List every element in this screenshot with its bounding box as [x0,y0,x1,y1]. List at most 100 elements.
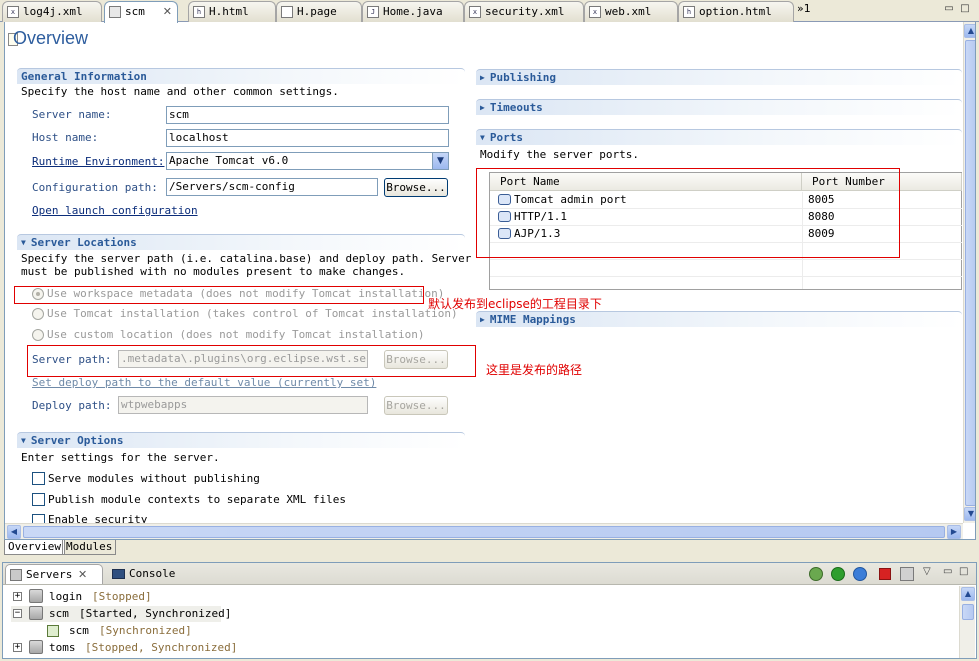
tab-servers[interactable]: Servers ✕ [5,564,103,584]
annotation-box-server-path [27,345,476,377]
server-icon [109,6,121,18]
xml-file-icon: x [469,6,481,18]
tab-security-xml[interactable]: x security.xml [464,1,584,22]
scroll-up-icon[interactable]: ▲ [964,24,975,38]
host-name-label: Host name: [32,131,99,144]
expand-icon[interactable]: + [13,643,22,652]
collapse-triangle-icon: ▼ [480,133,485,142]
tab-h-page[interactable]: H.page [276,1,362,22]
expand-triangle-icon: ▶ [480,315,485,324]
scroll-up-icon[interactable]: ▲ [961,587,975,601]
profile-server-icon[interactable] [853,567,867,581]
scroll-down-icon[interactable]: ▼ [964,507,975,521]
maximize-icon[interactable]: □ [958,3,972,15]
configuration-browse-button[interactable]: Browse... [384,178,448,197]
chevron-down-icon[interactable]: ▼ [432,153,448,169]
scroll-thumb[interactable] [23,526,945,538]
annotation-box-ports [476,168,900,258]
expand-triangle-icon: ▶ [480,73,485,82]
section-server-locations[interactable]: ▼ Server Locations [17,234,465,250]
expand-triangle-icon: ▶ [480,103,485,112]
table-row-empty [490,260,962,277]
annotation-box-workspace [14,286,424,304]
publish-icon[interactable] [900,567,914,581]
general-desc: Specify the host name and other common s… [21,85,339,98]
server-editor: Overview General Information Specify the… [4,22,976,540]
servers-vertical-scrollbar[interactable]: ▲ [959,586,975,658]
deploy-path-field[interactable]: wtpwebapps [118,396,368,414]
scroll-thumb[interactable] [962,604,974,620]
minimize-icon[interactable]: ▭ [942,3,956,15]
collapse-triangle-icon: ▼ [21,436,26,445]
configuration-path-label: Configuration path: [32,181,158,194]
tab-modules[interactable]: Modules [62,540,117,555]
runtime-environment-link[interactable]: Runtime Environment: [32,155,164,168]
scroll-left-icon[interactable]: ◀ [7,525,21,539]
section-timeouts[interactable]: ▶ Timeouts [476,99,962,115]
tab-log4j-xml[interactable]: x log4j.xml [2,1,102,22]
server-icon [29,589,43,603]
server-tree-item-scm[interactable]: − scm [Started, Synchronized] [11,606,231,622]
debug-server-icon[interactable] [809,567,823,581]
tab-h-html[interactable]: h H.html [188,1,276,22]
horizontal-scrollbar[interactable]: ◀ ▶ [5,523,963,539]
close-icon[interactable]: ✕ [163,2,172,21]
tab-web-xml[interactable]: x web.xml [584,1,678,22]
close-icon[interactable]: ✕ [78,565,87,585]
server-started-icon [29,606,43,620]
console-icon [112,569,125,579]
radio-tomcat-installation[interactable] [32,308,44,320]
annotation-default-publish: 默认发布到eclipse的工程目录下 [428,297,602,311]
section-mime-mappings[interactable]: ▶ MIME Mappings [476,311,962,327]
view-menu-icon[interactable]: ▽ [923,566,931,577]
server-name-field[interactable]: scm [166,106,449,124]
scroll-right-icon[interactable]: ▶ [947,525,961,539]
open-launch-configuration-link[interactable]: Open launch configuration [32,204,198,217]
web-module-icon [47,625,59,637]
servers-view: Servers ✕ Console ▽ ▭ □ + login [Stopped… [2,562,977,659]
tab-option-html[interactable]: h option.html [678,1,794,22]
publish-contexts-checkbox[interactable] [32,493,45,506]
host-name-field[interactable]: localhost [166,129,449,147]
tab-console[interactable]: Console [109,564,189,584]
locations-desc-line1: Specify the server path (i.e. catalina.b… [21,252,472,265]
stop-server-icon[interactable] [879,568,891,580]
section-ports[interactable]: ▼ Ports [476,129,962,145]
configuration-path-field[interactable]: /Servers/scm-config [166,178,378,196]
servers-icon [10,569,22,581]
serve-modules-checkbox[interactable] [32,472,45,485]
radio-tomcat-installation-label: Use Tomcat installation (takes control o… [47,307,458,320]
deploy-path-label: Deploy path: [32,399,112,412]
section-publishing[interactable]: ▶ Publishing [476,69,962,85]
maximize-icon[interactable]: □ [959,566,968,577]
tab-scm[interactable]: scm ✕ [104,1,178,23]
radio-custom-location[interactable] [32,329,44,341]
tab-overview[interactable]: Overview [4,540,65,555]
xml-file-icon: x [589,6,601,18]
html-file-icon: h [683,6,695,18]
options-desc: Enter settings for the server. [21,451,220,464]
xml-file-icon: x [7,6,19,18]
section-general-information[interactable]: General Information [17,68,465,84]
start-server-icon[interactable] [831,567,845,581]
scroll-thumb[interactable] [965,40,975,506]
section-server-options[interactable]: ▼ Server Options [17,432,465,448]
expand-icon[interactable]: + [13,592,22,601]
tab-home-java[interactable]: J Home.java [362,1,464,22]
serve-modules-label: Serve modules without publishing [48,472,260,485]
runtime-environment-select[interactable]: Apache Tomcat v6.0 ▼ [166,152,449,170]
server-icon [29,640,43,654]
servers-view-toolbar: Servers ✕ Console ▽ ▭ □ [3,563,976,585]
tab-overflow-indicator[interactable]: »1 [797,2,811,15]
set-deploy-path-link[interactable]: Set deploy path to the default value (cu… [32,376,376,389]
vertical-scrollbar[interactable]: ▲ ▼ [963,22,975,523]
editor-page-tabs: Overview Modules [4,540,704,556]
collapse-triangle-icon: ▼ [21,238,26,247]
page-file-icon [281,6,293,18]
collapse-icon[interactable]: − [13,609,22,618]
server-name-label: Server name: [32,108,112,121]
minimize-icon[interactable]: ▭ [943,566,952,577]
editor-tab-bar: x log4j.xml scm ✕ h H.html H.page J Home.jav… [0,0,979,23]
deploy-path-browse-button[interactable]: Browse... [384,396,448,415]
annotation-publish-path: 这里是发布的路径 [486,363,583,377]
